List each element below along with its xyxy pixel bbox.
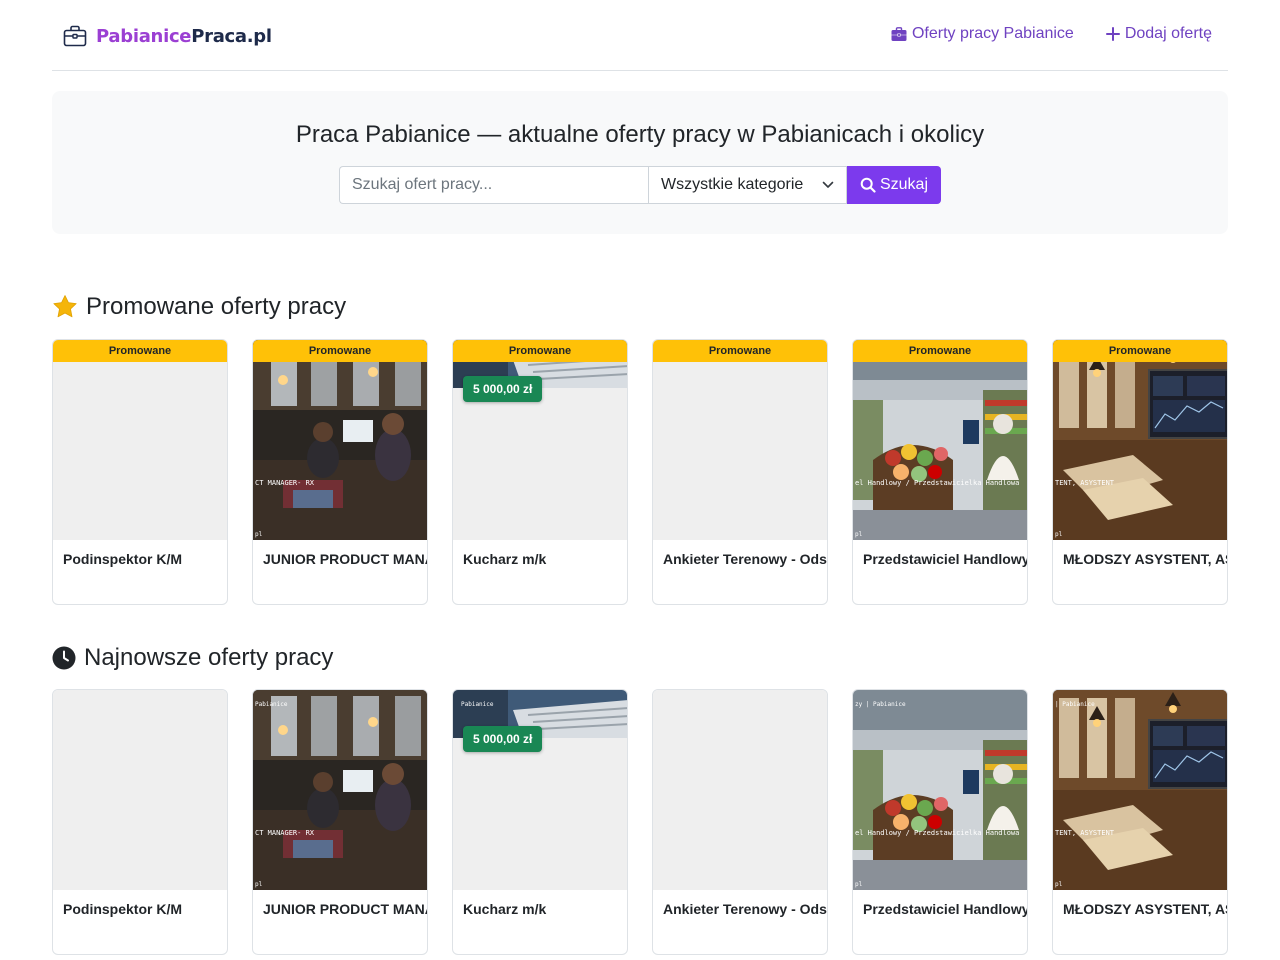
svg-text:TENT, ASYSTENT: TENT, ASYSTENT xyxy=(1055,829,1115,837)
search-input[interactable] xyxy=(339,166,648,204)
promoted-card-1[interactable]: Promowane Podinspektor K/M xyxy=(52,339,228,605)
promoted-badge: Promowane xyxy=(653,340,827,362)
salary-badge: 5 000,00 zł xyxy=(463,726,543,752)
promoted-section-label: Promowane oferty pracy xyxy=(86,293,347,320)
promoted-badge: Promowane xyxy=(53,340,227,362)
svg-text:TENT, ASYSTENT: TENT, ASYSTENT xyxy=(1055,479,1115,487)
plus-icon xyxy=(1105,27,1120,41)
svg-text:pl: pl xyxy=(255,531,263,538)
offer-title: Przedstawiciel Handlowy xyxy=(863,901,1028,917)
promoted-offers-row: Promowane Podinspektor K/M CT MANAGER- R… xyxy=(52,339,1228,605)
offer-thumbnail-store: el Handlowy / Przedstawicielka Handlowa … xyxy=(853,340,1027,540)
offer-thumbnail-desk: | Pabianice TENT, ASYSTENT pl xyxy=(1053,690,1227,890)
offer-title: Podinspektor K/M xyxy=(63,901,183,917)
chevron-down-icon xyxy=(822,181,834,188)
offer-title: Podinspektor K/M xyxy=(63,551,183,567)
nav-job-offers-label: Oferty pracy Pabianice xyxy=(911,25,1074,42)
offer-thumbnail-store: zy | Pabianice el Handlowy / Przedstawic… xyxy=(853,690,1027,890)
newest-card-1[interactable]: Podinspektor K/M xyxy=(52,689,228,955)
svg-text:pl: pl xyxy=(1055,531,1063,538)
offer-thumbnail-office: CT MANAGER- RX pl xyxy=(253,340,427,540)
offer-thumbnail-placeholder xyxy=(653,340,827,540)
offer-thumbnail-placeholder xyxy=(653,690,827,890)
star-icon xyxy=(53,295,77,318)
newest-card-4[interactable]: Ankieter Terenowy - Odsprzedaż xyxy=(652,689,828,955)
site-logo[interactable]: Pabianice Praca.pl xyxy=(63,23,272,49)
offer-title: Kucharz m/k xyxy=(463,901,547,917)
briefcase-icon xyxy=(891,26,907,41)
offer-title: Przedstawiciel Handlowy xyxy=(863,551,1028,567)
offer-title: MŁODSZY ASYSTENT, ASYSTENT xyxy=(1063,551,1227,567)
promoted-badge: Promowane xyxy=(853,340,1027,362)
nav-add-offer-label: Dodaj ofertę xyxy=(1124,25,1212,42)
promoted-card-4[interactable]: Promowane Ankieter Terenowy - Odsprzedaż xyxy=(652,339,828,605)
hero-search-panel: Praca Pabianice — aktualne oferty pracy … xyxy=(52,91,1228,234)
svg-text:Pabianice: Pabianice xyxy=(461,701,494,708)
search-icon xyxy=(860,177,876,193)
nav-add-offer[interactable]: Dodaj ofertę xyxy=(1105,24,1212,44)
promoted-card-3[interactable]: Promowane 5 000,00 zł Kucharz m/k xyxy=(452,339,628,605)
category-select-value: Wszystkie kategorie xyxy=(661,176,804,193)
site-header: Pabianice Praca.pl Oferty pracy Pabianice… xyxy=(52,0,1228,71)
search-form: Wszystkie kategorie Szukaj xyxy=(339,166,941,204)
svg-text:zy | Pabianice: zy | Pabianice xyxy=(855,701,906,708)
newest-card-5[interactable]: zy | Pabianice el Handlowy / Przedstawic… xyxy=(852,689,1028,955)
svg-text:CT MANAGER- RX: CT MANAGER- RX xyxy=(255,829,315,837)
svg-text:el Handlowy / Przedstawicielka: el Handlowy / Przedstawicielka Handlowa xyxy=(855,829,1019,837)
clock-icon xyxy=(52,646,76,670)
promoted-badge: Promowane xyxy=(1053,340,1227,362)
promoted-card-2[interactable]: CT MANAGER- RX pl Promowane JUNIOR PRODU… xyxy=(252,339,428,605)
offer-title: Ankieter Terenowy - Odsprzedaż xyxy=(663,901,827,917)
category-select[interactable]: Wszystkie kategorie xyxy=(648,166,847,204)
promoted-badge: Promowane xyxy=(453,340,627,362)
svg-text:pl: pl xyxy=(1055,881,1063,888)
svg-text:pl: pl xyxy=(855,881,863,888)
offer-title: Kucharz m/k xyxy=(463,551,547,567)
newest-section-label: Najnowsze oferty pracy xyxy=(84,644,334,671)
svg-text:el Handlowy / Przedstawicielka: el Handlowy / Przedstawicielka Handlowa xyxy=(855,479,1019,487)
offer-thumbnail-kitchen xyxy=(453,340,627,540)
main-nav: Oferty pracy Pabianice Dodaj ofertę xyxy=(891,24,1212,44)
svg-text:Pabianice: Pabianice xyxy=(255,701,288,708)
offer-title: MŁODSZY ASYSTENT, ASYSTENT xyxy=(1063,901,1227,917)
offer-thumbnail-placeholder xyxy=(53,340,227,540)
svg-text:| Pabianice: | Pabianice xyxy=(1055,701,1095,708)
newest-offers-row: Podinspektor K/M Pabianice CT MANAGER- R… xyxy=(52,689,1228,955)
newest-card-2[interactable]: Pabianice CT MANAGER- RX pl JUNIOR PRODU… xyxy=(252,689,428,955)
offer-thumbnail-placeholder xyxy=(53,690,227,890)
logo-text-city: Pabianice xyxy=(96,25,192,47)
salary-badge: 5 000,00 zł xyxy=(463,376,543,402)
newest-card-3[interactable]: Pabianice 5 000,00 zł Kucharz m/k xyxy=(452,689,628,955)
promoted-card-5[interactable]: el Handlowy / Przedstawicielka Handlowa … xyxy=(852,339,1028,605)
svg-text:pl: pl xyxy=(855,531,863,538)
search-button[interactable]: Szukaj xyxy=(847,166,941,204)
logo-text-domain: Praca.pl xyxy=(191,25,272,47)
offer-title: JUNIOR PRODUCT MANAGER xyxy=(263,901,427,917)
offer-thumbnail-kitchen: Pabianice xyxy=(453,690,627,890)
promoted-card-6[interactable]: TENT, ASYSTENT pl Promowane MŁODSZY ASYS… xyxy=(1052,339,1228,605)
page-title: Praca Pabianice — aktualne oferty pracy … xyxy=(295,121,985,148)
svg-text:pl: pl xyxy=(255,881,263,888)
newest-section-title: Najnowsze oferty pracy xyxy=(52,644,333,672)
nav-job-offers[interactable]: Oferty pracy Pabianice xyxy=(891,24,1074,44)
offer-thumbnail-desk: TENT, ASYSTENT pl xyxy=(1053,340,1227,540)
newest-card-6[interactable]: | Pabianice TENT, ASYSTENT pl MŁODSZY AS… xyxy=(1052,689,1228,955)
promoted-section-title: Promowane oferty pracy xyxy=(52,293,346,321)
svg-text:CT MANAGER- RX: CT MANAGER- RX xyxy=(255,479,315,487)
offer-title: Ankieter Terenowy - Odsprzedaż xyxy=(663,551,827,567)
search-button-label: Szukaj xyxy=(879,176,929,193)
offer-thumbnail-office: Pabianice CT MANAGER- RX pl xyxy=(253,690,427,890)
promoted-badge: Promowane xyxy=(253,340,427,362)
offer-title: JUNIOR PRODUCT MANAGER xyxy=(263,551,427,567)
briefcase-logo-icon xyxy=(63,25,87,47)
